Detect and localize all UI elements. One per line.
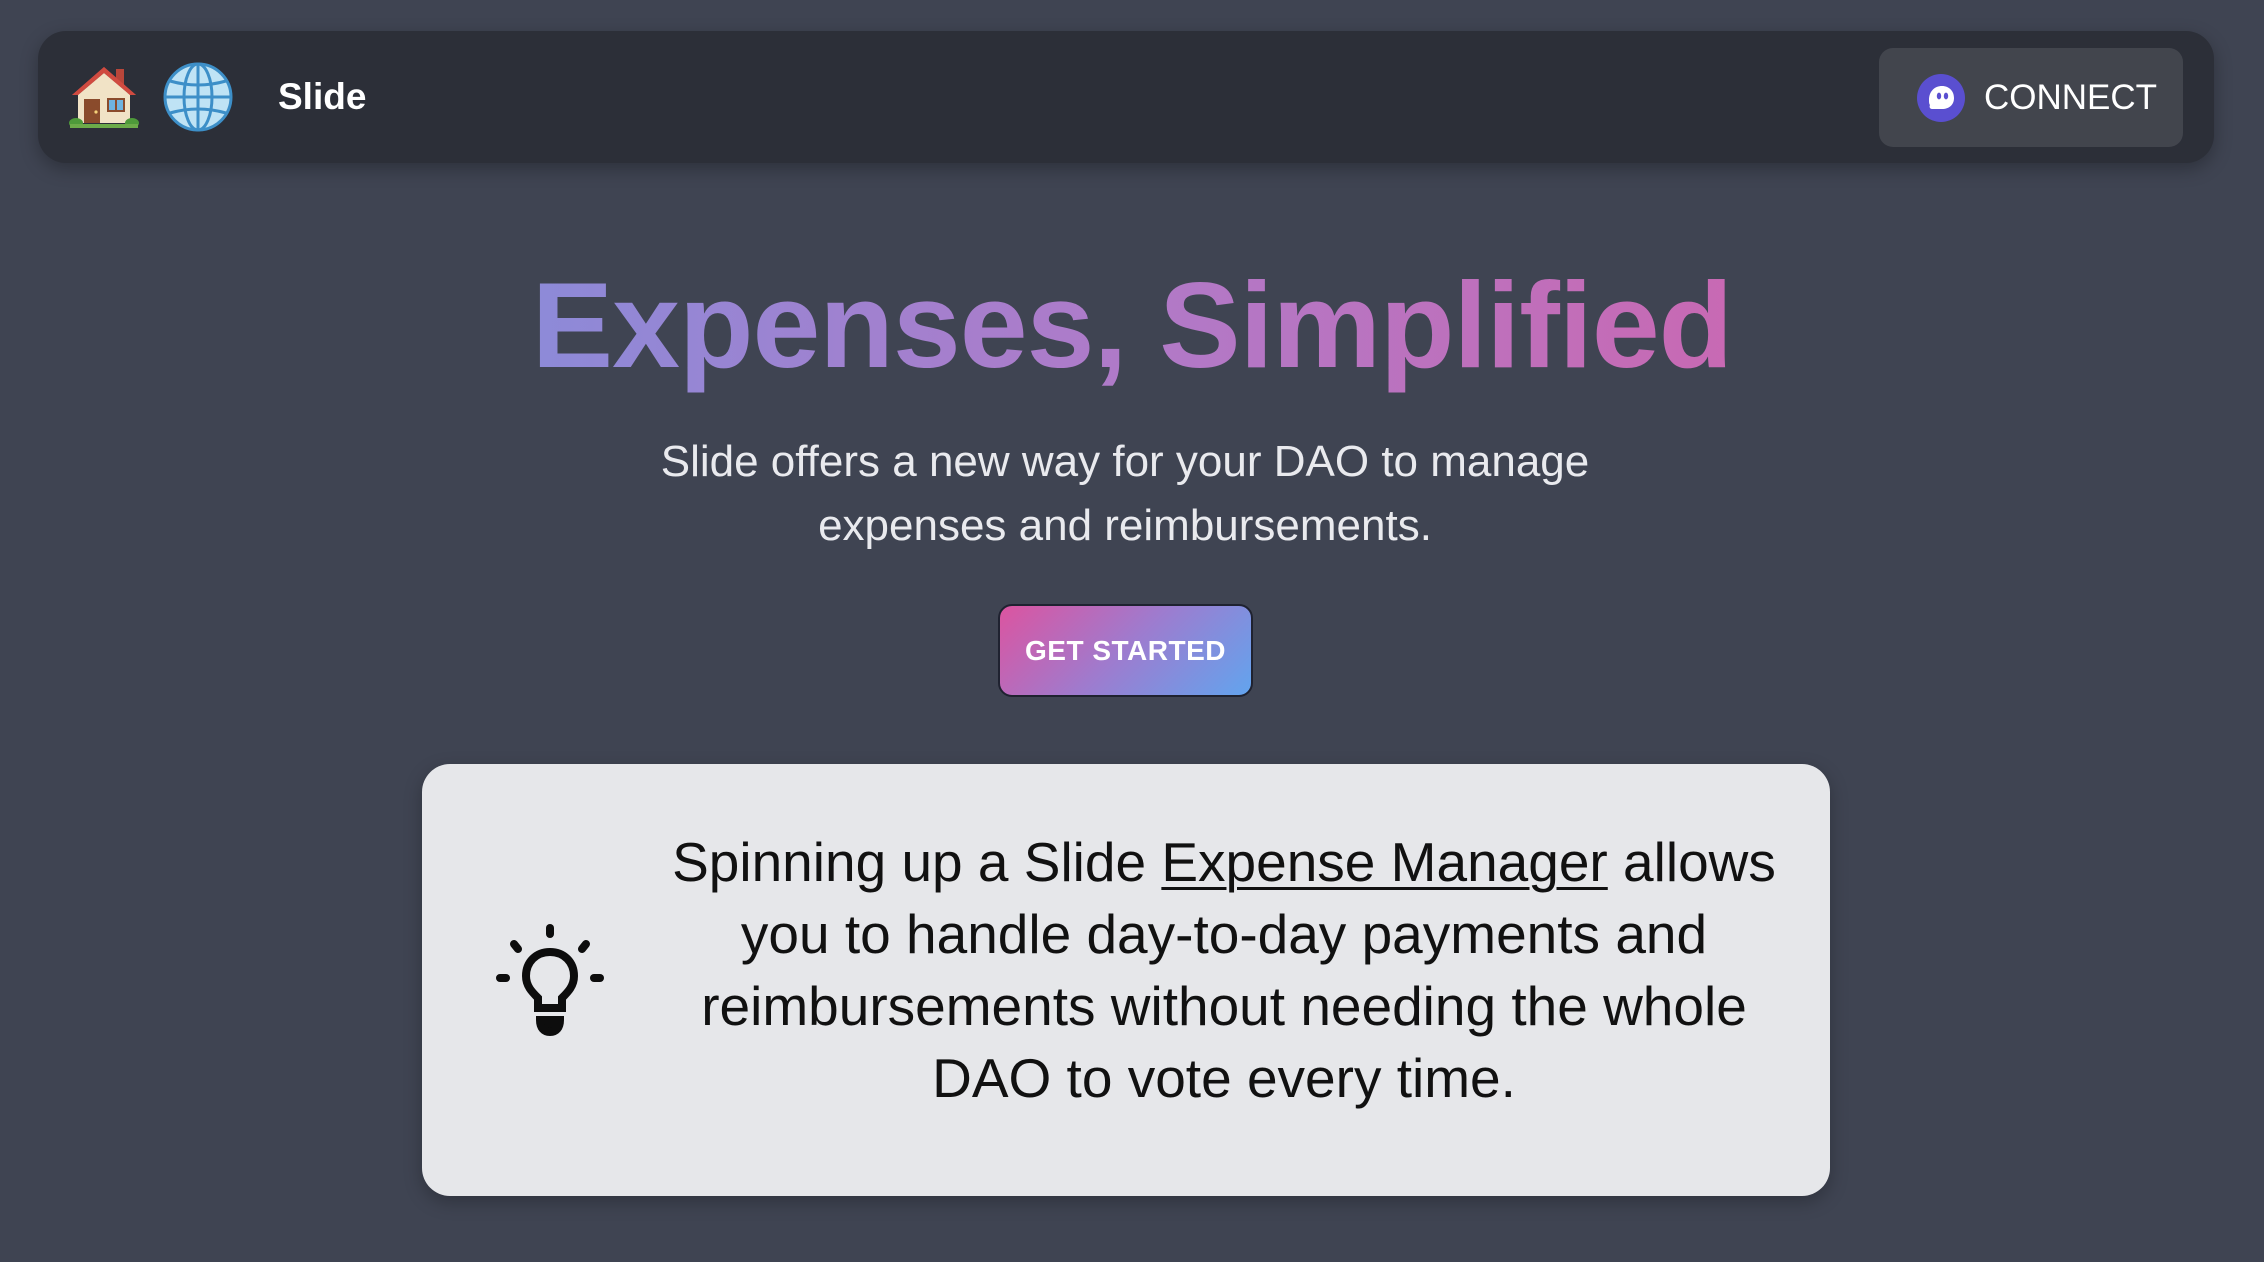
info-card: Spinning up a Slide Expense Manager allo…: [422, 764, 1830, 1196]
hero-title: Expenses, Simplified: [0, 255, 2264, 395]
hero-subtitle: Slide offers a new way for your DAO to m…: [660, 437, 1590, 550]
connect-label: CONNECT: [1984, 78, 2158, 117]
get-started-label: GET STARTED: [1025, 635, 1226, 666]
lightbulb-icon: [496, 924, 604, 1037]
info-text-lead: Spinning up a Slide: [672, 831, 1162, 893]
get-started-button[interactable]: GET STARTED: [998, 604, 1253, 697]
globe-emoji-icon[interactable]: [162, 61, 234, 133]
house-emoji-icon[interactable]: [68, 61, 140, 133]
top-navbar: Slide CONNECT: [38, 31, 2214, 163]
info-text: Spinning up a Slide Expense Manager allo…: [654, 826, 1794, 1114]
phantom-wallet-icon: [1917, 74, 1965, 122]
connect-wallet-button[interactable]: CONNECT: [1879, 48, 2183, 147]
hero-title-text: Expenses, Simplified: [531, 257, 1733, 393]
expense-manager-link[interactable]: Expense Manager: [1161, 831, 1607, 893]
brand-name[interactable]: Slide: [278, 73, 366, 121]
